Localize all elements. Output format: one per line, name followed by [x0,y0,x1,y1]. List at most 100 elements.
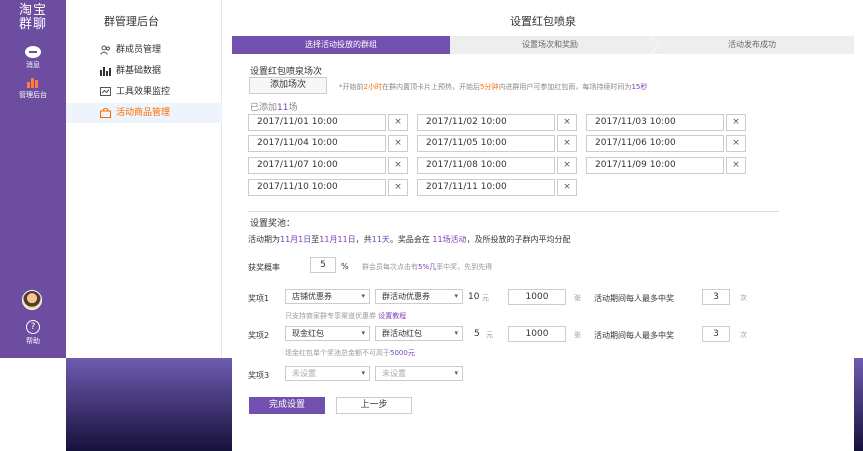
chevron-down-icon: ▾ [454,292,458,300]
rate-label: 获奖概率 [248,263,280,272]
session-datetime-input[interactable]: 2017/11/05 10:00 [417,135,555,152]
session-datetime-input[interactable]: 2017/11/06 10:00 [586,135,724,152]
select-value: 未设置 [382,369,406,378]
prize-1-label: 奖项1 [248,294,270,303]
add-session-button[interactable]: 添加场次 [249,77,327,94]
prize-description: 活动期为11月1日至11月11日，共11天。奖品会在 11场活动，及所投放的子群… [248,235,571,244]
setup-tutorial-link[interactable]: 设置教程 [378,312,406,320]
main-panel: 设置红包喷泉 选择活动投放的群组 设置场次和奖励 活动发布成功 设置红包喷泉场次… [232,0,854,451]
session-datetime-input[interactable]: 2017/11/09 10:00 [586,157,724,174]
prize-section-title: 设置奖池： [250,219,296,229]
session-datetime-input[interactable]: 2017/11/04 10:00 [248,135,386,152]
remove-session-button[interactable]: × [726,135,746,152]
chevron-down-icon: ▾ [454,329,458,337]
rail-item-help[interactable]: ? 帮助 [0,320,66,346]
previous-step-button[interactable]: 上一步 [336,397,412,414]
step-sessions-rewards: 设置场次和奖励 [450,36,660,54]
prize-2-denom: 5 [474,329,480,339]
rail-item-label: 消息 [26,61,40,69]
step-publish: 活动发布成功 [650,36,854,54]
members-icon [100,45,110,55]
remove-session-button[interactable]: × [388,114,408,131]
session-datetime-input[interactable]: 2017/11/08 10:00 [417,157,555,174]
prize-1-qty-unit: 张 [574,294,581,302]
remove-session-button[interactable]: × [557,179,577,196]
prize-2-limit-unit: 次 [740,331,747,339]
prize-2-type-select[interactable]: 现金红包 ▾ [285,326,370,341]
remove-session-button[interactable]: × [726,114,746,131]
prize-1-sub-select[interactable]: 群活动优惠券 ▾ [375,289,463,304]
prize-2-note: 现金红包单个奖池总金额不可高于5000元 [285,349,415,357]
prize-2-quantity-input[interactable]: 1000 [508,326,566,342]
app-rail: 淘宝 群聊 消息 管理后台 ? 帮助 [0,0,66,358]
rail-item-label: 管理后台 [19,91,47,99]
prize-3-type-select[interactable]: 未设置 ▾ [285,366,370,381]
divider [248,211,779,212]
step-select-groups: 选择活动投放的群组 [232,36,459,54]
sidebar-item-label: 工具效果监控 [116,87,171,97]
prize-2-limit-input[interactable]: 3 [702,326,730,342]
prize-2-label: 奖项2 [248,331,270,340]
stepper: 选择活动投放的群组 设置场次和奖励 活动发布成功 [232,36,854,54]
chevron-down-icon: ▾ [361,369,365,377]
rate-input[interactable]: 5 [310,257,336,273]
session-datetime-input[interactable]: 2017/11/11 10:00 [417,179,555,196]
session-datetime-input[interactable]: 2017/11/07 10:00 [248,157,386,174]
sidebar: 群管理后台 群成员管理 群基础数据 工具效果监控 活动商品管理 [66,0,222,358]
select-value: 店铺优惠券 [292,292,332,301]
sessions-hint: *开始前2小时在群内置顶卡片上预热，开始后5分钟内进群用户可参加红包雨，每场持续… [339,83,648,91]
prize-1-type-select[interactable]: 店铺优惠券 ▾ [285,289,370,304]
remove-session-button[interactable]: × [388,157,408,174]
prize-2-limit-label: 活动期间每人最多中奖 [594,331,674,340]
remove-session-button[interactable]: × [388,135,408,152]
chart-icon [26,76,40,88]
remove-session-button[interactable]: × [557,114,577,131]
remove-session-button[interactable]: × [557,157,577,174]
bag-icon [100,108,111,118]
rail-item-admin[interactable]: 管理后台 [0,76,66,100]
chevron-down-icon: ▾ [361,292,365,300]
sidebar-item-label: 群成员管理 [116,45,162,55]
sidebar-item-members[interactable]: 群成员管理 [66,40,222,60]
prize-1-note: 只支持商家群专享渠道优惠券 设置教程 [285,312,407,320]
select-value: 现金红包 [292,329,324,338]
select-value: 未设置 [292,369,316,378]
message-icon [25,46,41,58]
sidebar-item-basic-data[interactable]: 群基础数据 [66,61,222,81]
chevron-down-icon: ▾ [361,329,365,337]
complete-setup-button[interactable]: 完成设置 [249,397,325,414]
monitor-icon [100,87,111,96]
prize-3-sub-select[interactable]: 未设置 ▾ [375,366,463,381]
bar-chart-icon [100,67,111,76]
app-logo: 淘宝 群聊 [0,4,66,32]
session-datetime-input[interactable]: 2017/11/03 10:00 [586,114,724,131]
select-value: 群活动红包 [382,329,422,338]
rate-hint: 群会员每次点击有5%几率中奖，先到先得 [362,263,493,271]
remove-session-button[interactable]: × [388,179,408,196]
prize-2-qty-unit: 张 [574,331,581,339]
sidebar-item-monitor[interactable]: 工具效果监控 [66,82,222,102]
prize-2-sub-select[interactable]: 群活动红包 ▾ [375,326,463,341]
rail-item-messages[interactable]: 消息 [0,46,66,70]
logo-line-1: 淘宝 [18,3,47,18]
session-datetime-input[interactable]: 2017/11/01 10:00 [248,114,386,131]
rate-unit: % [341,262,349,271]
rail-item-label: 帮助 [26,337,40,345]
logo-line-2: 群聊 [18,17,47,32]
remove-session-button[interactable]: × [557,135,577,152]
prize-1-limit-input[interactable]: 3 [702,289,730,305]
sidebar-title: 群管理后台 [104,15,159,28]
prize-1-quantity-input[interactable]: 1000 [508,289,566,305]
avatar[interactable] [22,290,42,310]
session-datetime-input[interactable]: 2017/11/10 10:00 [248,179,386,196]
prize-1-limit-unit: 次 [740,294,747,302]
sidebar-item-label: 活动商品管理 [116,108,171,118]
page-title: 设置红包喷泉 [510,15,576,28]
prize-1-limit-label: 活动期间每人最多中奖 [594,294,674,303]
select-value: 群活动优惠券 [382,292,430,301]
remove-session-button[interactable]: × [726,157,746,174]
sidebar-item-activity-goods[interactable]: 活动商品管理 [66,103,222,123]
session-count: 已添加11场 [250,103,298,113]
session-datetime-input[interactable]: 2017/11/02 10:00 [417,114,555,131]
prize-3-label: 奖项3 [248,371,270,380]
